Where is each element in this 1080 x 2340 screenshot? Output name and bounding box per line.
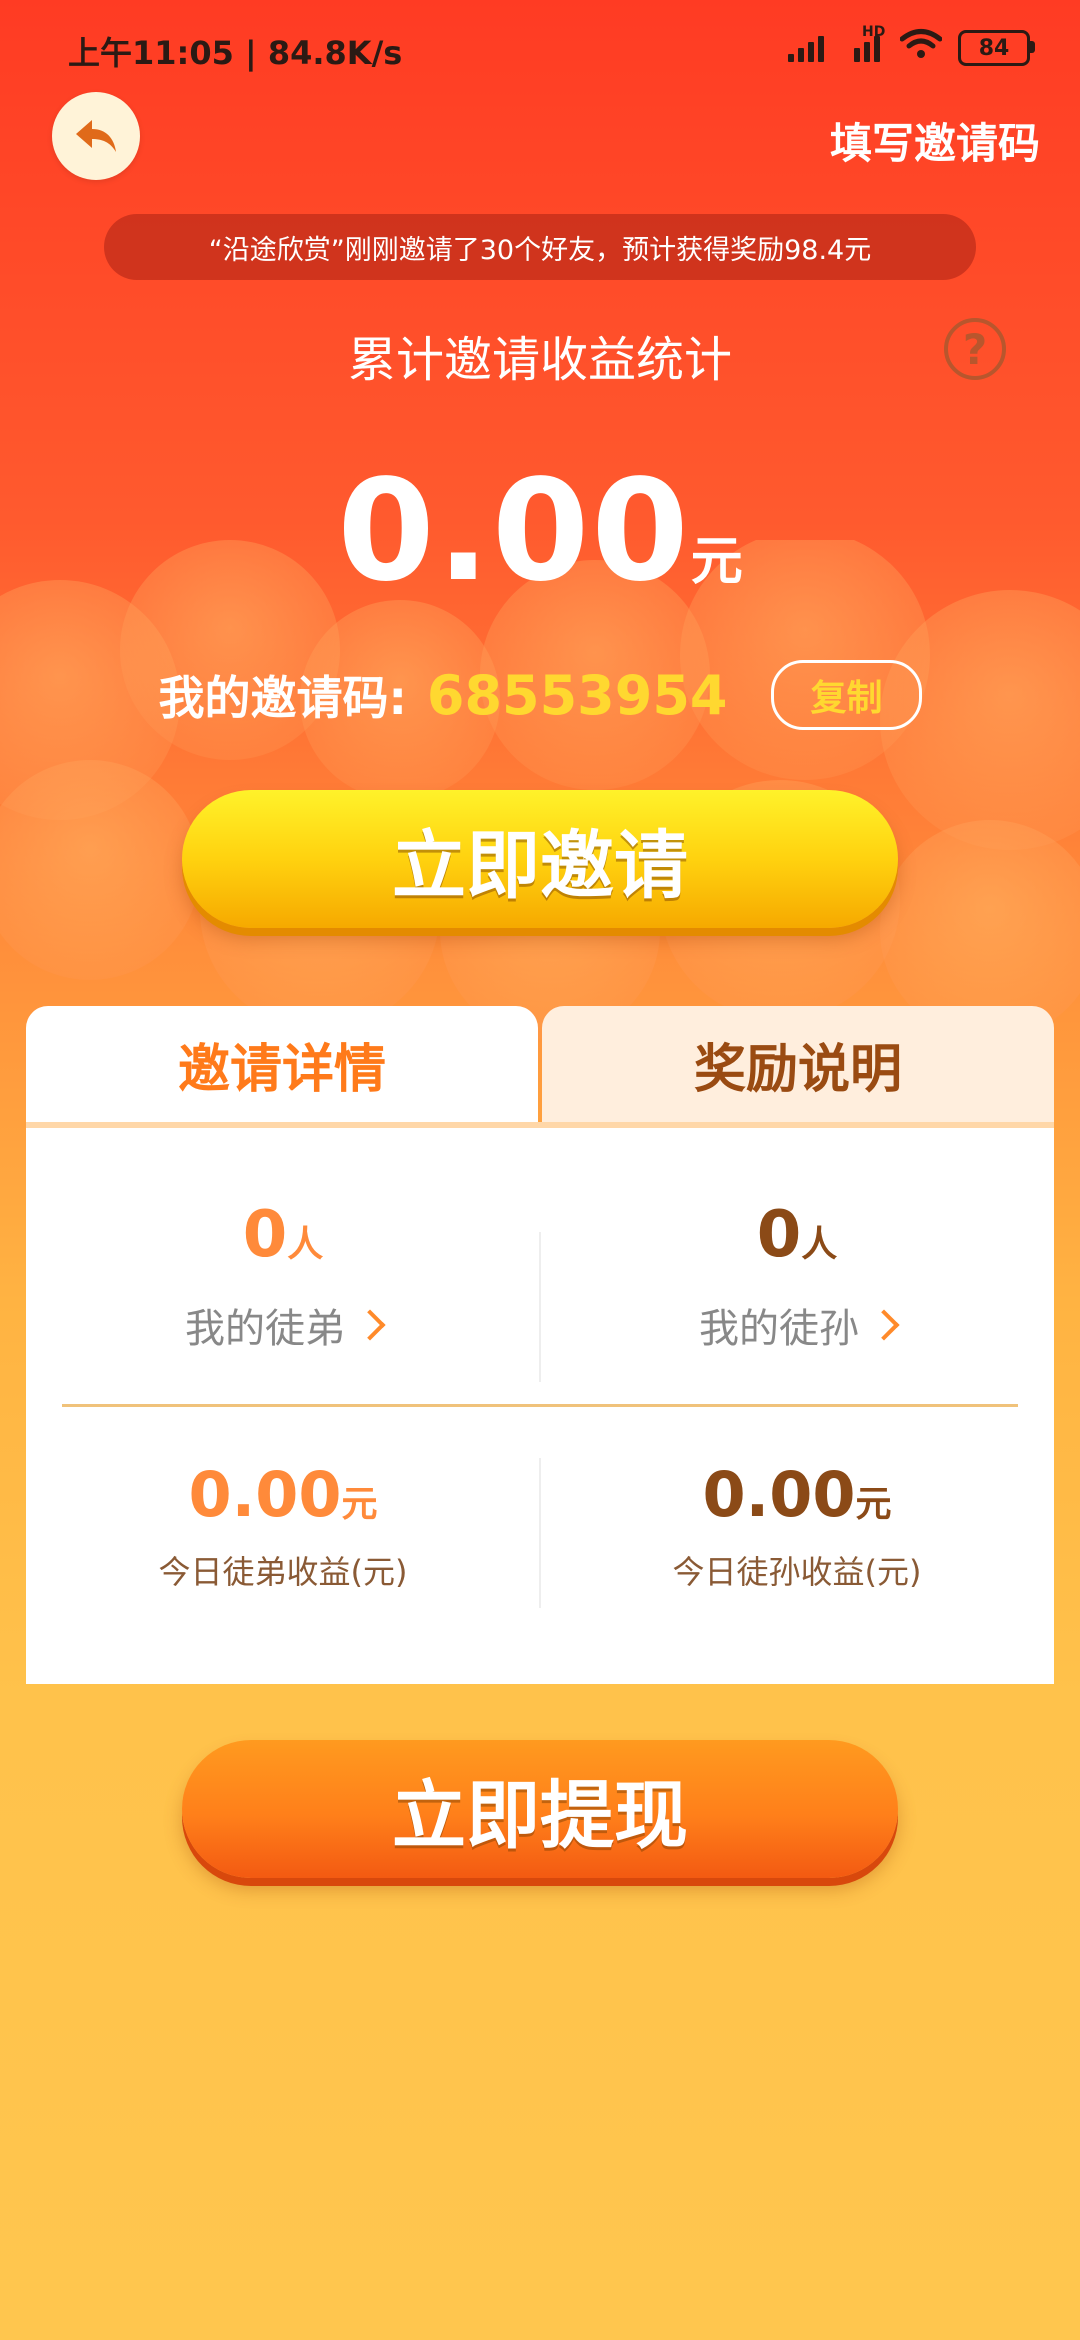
invite-code-label: 我的邀请码: [158, 671, 407, 725]
today-grand-apprentice-earnings: 0.00元 今日徒孙收益(元) [672, 1458, 922, 1591]
tab-reward-rules[interactable]: 奖励说明 [542, 1006, 1054, 1122]
divider-horizontal [62, 1404, 1018, 1407]
apprentices-cell[interactable]: 0人 我的徒弟 [26, 1198, 540, 1354]
apprentices-count: 0人 [242, 1198, 324, 1272]
stats-title: 累计邀请收益统计 [347, 332, 732, 388]
battery-icon: 84 [958, 30, 1035, 66]
tab-invite-details[interactable]: 邀请详情 [26, 1006, 538, 1122]
detail-tabs: 邀请详情 奖励说明 [26, 1006, 1054, 1122]
question-circle-icon[interactable]: ? [944, 318, 1006, 380]
invite-code-row: 我的邀请码: 68553954 复制 [0, 660, 1080, 730]
apprentices-label: 我的徒弟 [26, 1296, 540, 1354]
status-bar: 上午11:05 | 84.8K/s HD 84 [0, 0, 1080, 96]
invite-details-card: 0人 我的徒弟 0人 我的徒孙 0.00元 今日徒弟收益(元) 0.00元 今日… [26, 1122, 1054, 1684]
chevron-right-icon [868, 1309, 900, 1341]
total-amount: 0.00 [337, 450, 691, 613]
invite-code-value: 68553954 [426, 663, 728, 727]
today-apprentice-earnings: 0.00元 今日徒弟收益(元) [158, 1458, 408, 1591]
invite-now-button[interactable]: 立即邀请 [182, 790, 898, 928]
total-unit: 元 [690, 532, 743, 592]
withdraw-now-button[interactable]: 立即提现 [182, 1740, 898, 1878]
back-arrow-icon [76, 120, 116, 152]
fill-invite-code-link[interactable]: 填写邀请码 [830, 110, 1040, 171]
chevron-right-icon [354, 1309, 386, 1341]
ticker-text: “沿途欣赏”刚刚邀请了30个好友，预计获得奖励98.4元 [208, 234, 872, 266]
grand-apprentices-cell[interactable]: 0人 我的徒孙 [540, 1198, 1054, 1354]
copy-button[interactable]: 复制 [771, 660, 922, 730]
grand-apprentices-count: 0人 [756, 1198, 838, 1272]
status-icons: HD 84 [788, 24, 1035, 68]
back-button[interactable] [52, 92, 140, 180]
signal-hd-icon: HD [844, 24, 885, 62]
grand-apprentices-label: 我的徒孙 [540, 1296, 1054, 1354]
total-earnings: 0.00元 [0, 450, 1080, 613]
status-time: 上午11:05 | 84.8K/s [68, 34, 403, 72]
wifi-icon [899, 28, 943, 68]
invite-ticker: “沿途欣赏”刚刚邀请了30个好友，预计获得奖励98.4元 [104, 214, 976, 280]
signal-icon [788, 34, 828, 62]
